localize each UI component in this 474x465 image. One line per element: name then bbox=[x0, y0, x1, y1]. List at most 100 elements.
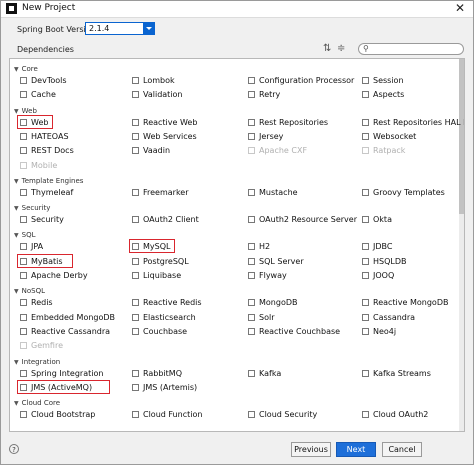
dependency-cassandra[interactable]: Cassandra bbox=[362, 313, 415, 322]
dependency-cloud-oauth2[interactable]: Cloud OAuth2 bbox=[362, 410, 428, 419]
checkbox[interactable] bbox=[248, 257, 255, 265]
checkbox[interactable] bbox=[20, 327, 27, 335]
checkbox[interactable] bbox=[20, 272, 27, 279]
checkbox[interactable] bbox=[362, 313, 369, 321]
checkbox[interactable] bbox=[132, 132, 139, 140]
chevron-down-icon[interactable]: ▼ bbox=[14, 359, 19, 366]
checkbox[interactable] bbox=[132, 369, 139, 377]
search-input[interactable]: ⚲ bbox=[358, 43, 464, 55]
category-sql[interactable]: ▼ SQL bbox=[14, 231, 35, 239]
checkbox[interactable] bbox=[20, 313, 27, 321]
dependency-spring-integration[interactable]: Spring Integration bbox=[20, 369, 103, 378]
checkbox[interactable] bbox=[132, 118, 139, 126]
checkbox[interactable] bbox=[362, 411, 369, 419]
next-button[interactable]: Next bbox=[336, 442, 376, 457]
dependency-reactive-couchbase[interactable]: Reactive Couchbase bbox=[248, 327, 340, 336]
dependency-aspects[interactable]: Aspects bbox=[362, 90, 404, 99]
dependency-validation[interactable]: Validation bbox=[132, 90, 183, 99]
dependency-jooq[interactable]: JOOQ bbox=[362, 271, 394, 280]
dependency-cache[interactable]: Cache bbox=[20, 90, 56, 99]
checkbox[interactable] bbox=[362, 118, 369, 126]
expand-all-icon[interactable]: ≑ bbox=[337, 43, 345, 54]
checkbox[interactable] bbox=[132, 327, 139, 335]
close-icon[interactable]: ✕ bbox=[455, 1, 465, 15]
dependency-cloud-security[interactable]: Cloud Security bbox=[248, 410, 317, 419]
category-nosql[interactable]: ▼ NoSQL bbox=[14, 287, 45, 295]
checkbox[interactable] bbox=[248, 327, 255, 335]
dependency-postgresql[interactable]: PostgreSQL bbox=[132, 257, 189, 266]
dependency-neo4j[interactable]: Neo4j bbox=[362, 327, 396, 336]
dependency-configuration-processor[interactable]: Configuration Processor bbox=[248, 76, 354, 85]
scrollbar-thumb[interactable] bbox=[459, 59, 464, 214]
help-button[interactable]: ? bbox=[9, 444, 19, 454]
checkbox[interactable] bbox=[362, 272, 369, 279]
checkbox[interactable] bbox=[362, 243, 369, 251]
checkbox[interactable] bbox=[132, 188, 139, 196]
checkbox[interactable] bbox=[248, 216, 255, 224]
chevron-down-icon[interactable]: ▼ bbox=[14, 178, 19, 185]
category-core[interactable]: ▼ Core bbox=[14, 65, 38, 73]
dependency-web-services[interactable]: Web Services bbox=[132, 132, 197, 141]
dependency-oauth2-resource-server[interactable]: OAuth2 Resource Server bbox=[248, 215, 357, 224]
checkbox[interactable] bbox=[132, 216, 139, 224]
dependency-session[interactable]: Session bbox=[362, 76, 404, 85]
checkbox[interactable] bbox=[248, 411, 255, 419]
checkbox[interactable] bbox=[20, 91, 27, 99]
dependency-groovy-templates[interactable]: Groovy Templates bbox=[362, 188, 445, 197]
vertical-scrollbar[interactable] bbox=[459, 59, 464, 431]
dependency-vaadin[interactable]: Vaadin bbox=[132, 146, 170, 155]
category-security[interactable]: ▼ Security bbox=[14, 204, 50, 212]
checkbox[interactable] bbox=[132, 91, 139, 99]
checkbox[interactable] bbox=[362, 299, 369, 307]
checkbox[interactable] bbox=[248, 91, 255, 99]
checkbox[interactable] bbox=[362, 327, 369, 335]
chevron-down-icon[interactable]: ▼ bbox=[14, 108, 19, 115]
dependency-jms-artemis[interactable]: JMS (Artemis) bbox=[132, 383, 197, 392]
chevron-down-icon[interactable] bbox=[143, 23, 154, 34]
dependency-reactive-cassandra[interactable]: Reactive Cassandra bbox=[20, 327, 110, 336]
checkbox[interactable] bbox=[362, 188, 369, 196]
dependency-rest-repositories-hal-browse[interactable]: Rest Repositories HAL Browse bbox=[362, 118, 464, 127]
chevron-down-icon[interactable]: ▼ bbox=[14, 400, 19, 407]
dependency-elasticsearch[interactable]: Elasticsearch bbox=[132, 313, 196, 322]
checkbox[interactable] bbox=[362, 369, 369, 377]
dependency-hateoas[interactable]: HATEOAS bbox=[20, 132, 69, 141]
dependency-flyway[interactable]: Flyway bbox=[248, 271, 287, 280]
dependency-liquibase[interactable]: Liquibase bbox=[132, 271, 181, 280]
chevron-down-icon[interactable]: ▼ bbox=[14, 288, 19, 295]
dependency-lombok[interactable]: Lombok bbox=[132, 76, 175, 85]
boot-version-select[interactable]: 2.1.4 bbox=[85, 22, 155, 35]
sort-icon[interactable]: ⇅ bbox=[323, 43, 331, 54]
dependency-security[interactable]: Security bbox=[20, 215, 64, 224]
checkbox[interactable] bbox=[248, 369, 255, 377]
checkbox[interactable] bbox=[248, 299, 255, 307]
dependency-apache-derby[interactable]: Apache Derby bbox=[20, 271, 88, 280]
dependency-thymeleaf[interactable]: Thymeleaf bbox=[20, 188, 73, 197]
checkbox[interactable] bbox=[248, 188, 255, 196]
dependency-h2[interactable]: H2 bbox=[248, 242, 270, 251]
dependency-reactive-redis[interactable]: Reactive Redis bbox=[132, 298, 202, 307]
dependency-reactive-mongodb[interactable]: Reactive MongoDB bbox=[362, 298, 448, 307]
checkbox[interactable] bbox=[362, 257, 369, 265]
checkbox[interactable] bbox=[20, 411, 27, 419]
dependency-cloud-function[interactable]: Cloud Function bbox=[132, 410, 202, 419]
checkbox[interactable] bbox=[248, 243, 255, 251]
dependency-retry[interactable]: Retry bbox=[248, 90, 280, 99]
checkbox[interactable] bbox=[362, 216, 369, 224]
checkbox[interactable] bbox=[20, 243, 27, 251]
checkbox[interactable] bbox=[362, 91, 369, 99]
dependency-oauth2-client[interactable]: OAuth2 Client bbox=[132, 215, 199, 224]
category-integration[interactable]: ▼ Integration bbox=[14, 358, 60, 366]
dependency-rabbitmq[interactable]: RabbitMQ bbox=[132, 369, 182, 378]
dependency-reactive-web[interactable]: Reactive Web bbox=[132, 118, 197, 127]
checkbox[interactable] bbox=[20, 299, 27, 307]
checkbox[interactable] bbox=[20, 132, 27, 140]
dependency-solr[interactable]: Solr bbox=[248, 313, 274, 322]
dependency-jersey[interactable]: Jersey bbox=[248, 132, 283, 141]
checkbox[interactable] bbox=[132, 272, 139, 279]
dependency-kafka-streams[interactable]: Kafka Streams bbox=[362, 369, 431, 378]
checkbox[interactable] bbox=[248, 132, 255, 140]
dependency-hsqldb[interactable]: HSQLDB bbox=[362, 257, 407, 266]
dependency-rest-repositories[interactable]: Rest Repositories bbox=[248, 118, 328, 127]
checkbox[interactable] bbox=[362, 77, 369, 84]
